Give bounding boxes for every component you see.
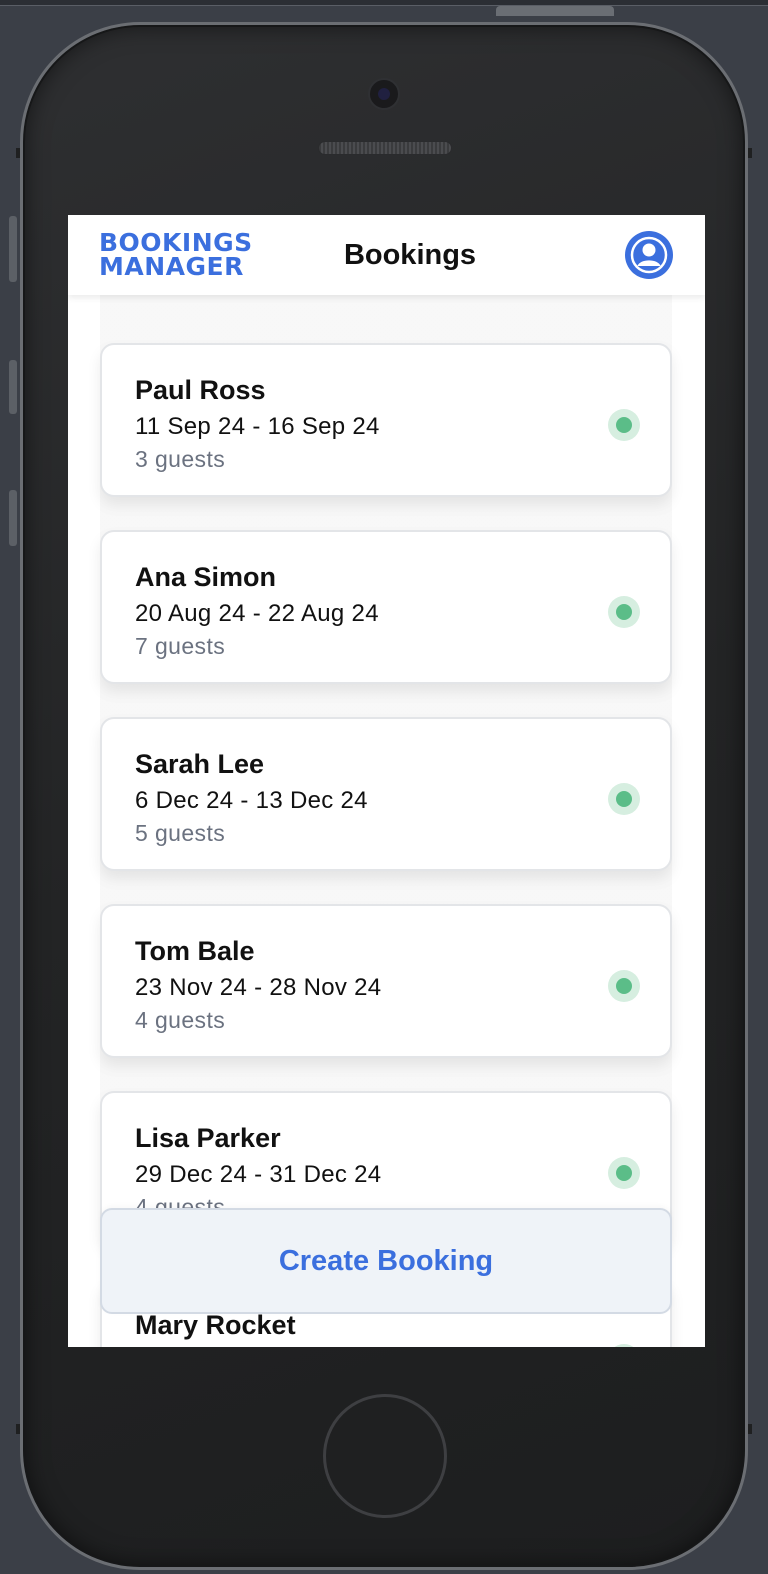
simulator-window: BOOKINGS MANAGER Bookings Paul Ross 11 S… (0, 0, 768, 1574)
booking-card[interactable]: Paul Ross 11 Sep 24 - 16 Sep 24 3 guests (100, 343, 672, 497)
booking-dates: 20 Aug 24 - 22 Aug 24 (135, 600, 379, 627)
status-dot-icon (608, 783, 640, 815)
app-screen: BOOKINGS MANAGER Bookings Paul Ross 11 S… (68, 215, 705, 1347)
earpiece-speaker (318, 141, 452, 155)
guest-name: Ana Simon (135, 562, 277, 592)
simulator-top-bar (0, 0, 768, 6)
booking-card[interactable]: Ana Simon 20 Aug 24 - 22 Aug 24 7 guests (100, 530, 672, 684)
create-booking-button[interactable]: Create Booking (100, 1208, 672, 1314)
guest-name: Mary Rocket (135, 1310, 296, 1340)
guest-name: Paul Ross (135, 375, 266, 405)
volume-up-button (9, 360, 17, 414)
app-header: BOOKINGS MANAGER Bookings (68, 215, 705, 295)
guest-name: Lisa Parker (135, 1123, 281, 1153)
booking-card[interactable]: Sarah Lee 6 Dec 24 - 13 Dec 24 5 guests (100, 717, 672, 871)
power-button (496, 6, 614, 16)
guest-count: 4 guests (135, 1007, 226, 1033)
guest-name: Sarah Lee (135, 749, 265, 779)
bookings-list: Paul Ross 11 Sep 24 - 16 Sep 24 3 guests… (68, 295, 705, 1347)
front-camera (368, 78, 400, 110)
status-dot-icon (608, 1157, 640, 1189)
mute-switch (9, 216, 17, 282)
user-avatar-icon (630, 236, 668, 274)
guest-count: 3 guests (135, 446, 226, 472)
page-title: Bookings (343, 239, 477, 271)
booking-dates: 6 Dec 24 - 13 Dec 24 (135, 787, 368, 814)
status-dot-icon (608, 409, 640, 441)
guest-count: 7 guests (135, 633, 226, 659)
booking-card[interactable]: Tom Bale 23 Nov 24 - 28 Nov 24 4 guests (100, 904, 672, 1058)
status-dot-icon (608, 1344, 640, 1347)
status-dot-icon (608, 596, 640, 628)
booking-dates: 23 Nov 24 - 28 Nov 24 (135, 974, 382, 1001)
booking-dates: 29 Dec 24 - 31 Dec 24 (135, 1161, 382, 1188)
guest-name: Tom Bale (135, 936, 255, 966)
home-button[interactable] (323, 1394, 447, 1518)
volume-down-button (9, 490, 17, 546)
status-dot-icon (608, 970, 640, 1002)
booking-dates: 11 Sep 24 - 16 Sep 24 (135, 413, 380, 440)
guest-count: 5 guests (135, 820, 226, 846)
user-avatar-button[interactable] (625, 231, 673, 279)
